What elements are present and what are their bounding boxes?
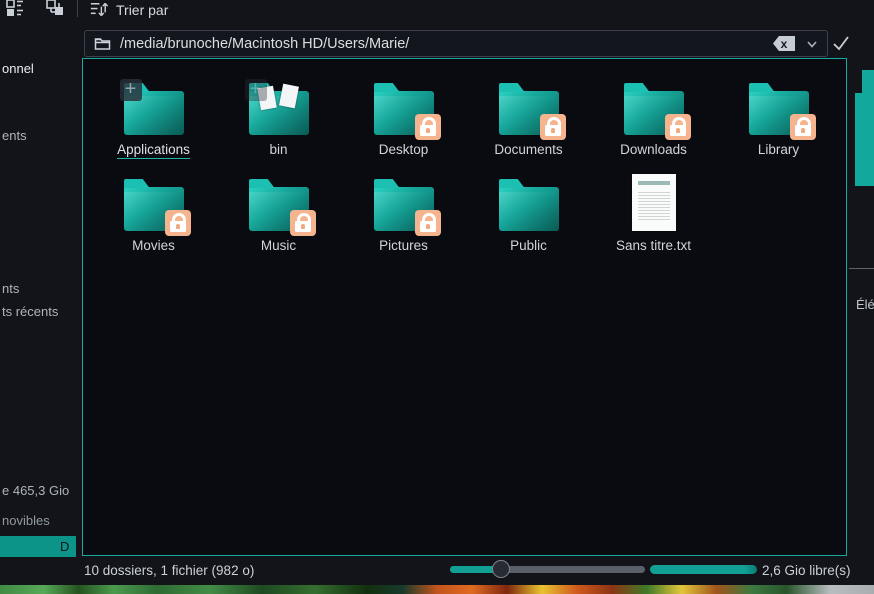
lock-icon (539, 114, 566, 140)
file-item-documents[interactable]: Documents (466, 73, 591, 169)
file-label: Desktop (378, 142, 429, 157)
select-plus-icon[interactable]: + (244, 79, 267, 101)
folder-icon (373, 187, 441, 236)
places-item-recent-files[interactable]: nts (2, 281, 19, 296)
folder-icon (623, 91, 691, 140)
file-item-bin[interactable]: + bin (216, 73, 341, 169)
folder-icon (373, 91, 441, 140)
zoom-slider-thumb[interactable] (492, 560, 510, 578)
file-label: Movies (132, 238, 175, 253)
file-grid: + Applications + bin Desktop Documents D… (83, 59, 846, 555)
chevron-down-icon[interactable] (805, 37, 819, 51)
places-item-recent-locations[interactable]: ts récents (2, 304, 58, 319)
zoom-slider[interactable] (450, 560, 645, 578)
places-selected-label: D (60, 539, 70, 554)
free-space-label: 2,6 Gio libre(s) (762, 563, 851, 578)
disk-capacity-bar (650, 565, 757, 574)
folder-icon (748, 91, 816, 140)
file-item-music[interactable]: Music (216, 169, 341, 265)
folder-icon: + (244, 79, 309, 135)
text-file-icon (631, 174, 676, 231)
lock-icon (414, 114, 441, 140)
folder-icon (123, 187, 191, 236)
toolbar-separator (77, 0, 78, 17)
file-label: Library (757, 142, 800, 157)
sort-icon (90, 2, 109, 16)
file-item-applications[interactable]: + Applications (91, 73, 216, 169)
file-label: Documents (494, 142, 563, 157)
places-section-removable: novibles (2, 513, 50, 528)
places-item-selected-volume[interactable]: D (0, 536, 76, 557)
folder-view[interactable]: + Applications + bin Desktop Documents D… (82, 58, 847, 556)
right-panel-scrollbar[interactable] (862, 70, 874, 94)
file-label: Downloads (620, 142, 687, 157)
desktop-wallpaper-strip (0, 585, 874, 594)
right-panel-scrollbar-handle[interactable] (855, 93, 874, 186)
places-panel: onnel ents nts ts récents e 465,3 Gio no… (0, 0, 76, 585)
file-label: Music (260, 238, 297, 253)
folder-icon (498, 91, 566, 140)
file-item-movies[interactable]: Movies (91, 169, 216, 265)
status-summary: 10 dossiers, 1 fichier (982 o) (84, 563, 255, 578)
folder-icon (498, 187, 559, 231)
lock-icon (414, 210, 441, 236)
places-item-personal[interactable]: onnel (2, 61, 34, 76)
file-item-desktop[interactable]: Desktop (341, 73, 466, 169)
file-label: Pictures (379, 238, 428, 253)
toolbar: Trier par (0, 0, 874, 24)
accept-check-icon[interactable] (831, 33, 851, 53)
lock-icon (164, 210, 191, 236)
lock-icon (289, 210, 316, 236)
file-item-public[interactable]: Public (466, 169, 591, 265)
folder-icon: + (119, 79, 184, 135)
location-bar[interactable]: /media/brunoche/Macintosh HD/Users/Marie… (84, 30, 828, 57)
lock-icon (664, 114, 691, 140)
file-label: Public (510, 238, 547, 253)
clear-backspace-icon[interactable]: x (773, 36, 795, 51)
lock-icon (789, 114, 816, 140)
select-plus-icon[interactable]: + (119, 79, 142, 101)
folder-icon (248, 187, 316, 236)
right-panel-label: Élé (856, 297, 874, 312)
folder-icon (94, 38, 111, 50)
sort-by-button[interactable]: Trier par (88, 0, 168, 21)
right-panel-separator (849, 268, 874, 269)
location-path[interactable]: /media/brunoche/Macintosh HD/Users/Marie… (120, 36, 773, 52)
file-label: bin (269, 142, 288, 157)
file-item-pictures[interactable]: Pictures (341, 169, 466, 265)
file-label: Applications (117, 142, 190, 159)
sort-by-label: Trier par (116, 1, 169, 18)
file-item-downloads[interactable]: Downloads (591, 73, 716, 169)
places-item[interactable]: ents (2, 128, 27, 143)
file-item-sans-titre-txt[interactable]: Sans titre.txt (591, 169, 716, 265)
places-item-disk-volume[interactable]: e 465,3 Gio (2, 483, 69, 498)
file-label: Sans titre.txt (615, 238, 692, 253)
file-item-library[interactable]: Library (716, 73, 841, 169)
